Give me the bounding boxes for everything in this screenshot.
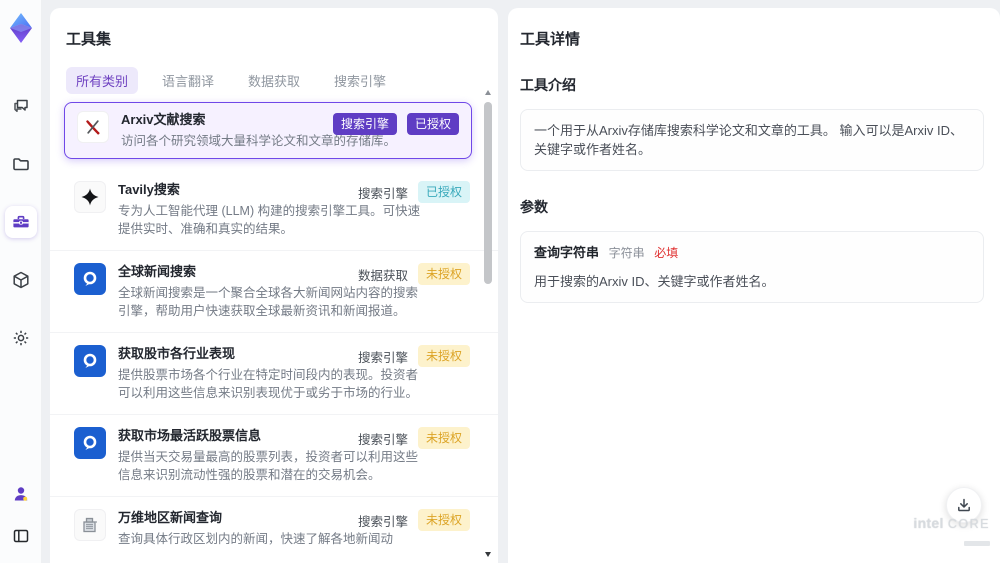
status-badge-unauthorized: 未授权	[417, 427, 470, 449]
param-box: 查询字符串 字符串 必填 用于搜索的Arxiv ID、关键字或作者姓名。	[520, 231, 984, 303]
tool-row-stock-sector[interactable]: 获取股市各行业表现 提供股票市场各个行业在特定时间段内的表现。投资者可以利用这些…	[50, 333, 498, 415]
chat-icon	[13, 99, 28, 113]
status-badge-authorized: 已授权	[406, 113, 459, 135]
regional-news-icon	[74, 509, 106, 541]
scrollbar-down-arrow-icon[interactable]	[485, 552, 491, 557]
tool-description: 提供当天交易量最高的股票列表，投资者可以利用这些信息来识别流动性强的股票和潜在的…	[118, 450, 419, 482]
sidebar	[0, 0, 42, 563]
tool-description: 查询具体行政区划内的新闻，快速了解各地新闻动	[118, 532, 394, 546]
param-name: 查询字符串	[534, 245, 600, 260]
tool-row-arxiv[interactable]: Arxiv文献搜索 访问各个研究领域大量科学论文和文章的存储库。 搜索引擎 已授…	[64, 102, 472, 159]
category-label: 数据获取	[357, 268, 408, 283]
tool-row-global-news[interactable]: 全球新闻搜索 全球新闻搜索是一个聚合全球各大新闻网站内容的搜索引擎，帮助用户快速…	[50, 251, 498, 333]
tool-row-tavily[interactable]: Tavily搜索 专为人工智能代理 (LLM) 构建的搜索引擎工具。可快速提供实…	[50, 169, 498, 251]
param-header: 查询字符串 字符串 必填	[534, 243, 970, 263]
tool-detail-panel: 工具详情 工具介绍 一个用于从Arxiv存储库搜索科学论文和文章的工具。 输入可…	[508, 8, 1000, 563]
intel-core-logo: intel CORE	[913, 515, 990, 551]
cube-icon	[12, 271, 29, 289]
scrollbar-up-arrow-icon[interactable]	[485, 90, 491, 95]
category-label: 搜索引擎	[357, 186, 408, 201]
tool-tags: 搜索引擎 未授权	[358, 427, 470, 449]
toolbox-nav-button[interactable]	[4, 206, 37, 238]
arxiv-icon	[77, 111, 109, 143]
toolset-panel: 工具集 所有类别 语言翻译 数据获取 搜索引擎 Arxiv文献搜索 访问各个研究…	[50, 8, 498, 563]
brand-ultra-bar	[964, 541, 990, 546]
status-badge-unauthorized: 未授权	[417, 345, 470, 367]
brand-intel: intel	[913, 515, 944, 531]
folder-icon	[12, 158, 29, 171]
scrollbar-thumb[interactable]	[484, 102, 492, 284]
user-avatar-icon	[14, 487, 28, 501]
collapse-panel-icon	[13, 529, 29, 543]
gear-icon	[13, 330, 28, 346]
category-tabs: 所有类别 语言翻译 数据获取 搜索引擎	[66, 67, 498, 94]
stock-sector-icon	[74, 345, 106, 377]
detail-title: 工具详情	[520, 31, 581, 48]
category-label: 搜索引擎	[357, 350, 408, 365]
params-heading: 参数	[520, 199, 548, 215]
category-badge: 搜索引擎	[332, 113, 397, 135]
packages-nav-button[interactable]	[5, 264, 37, 296]
category-label: 搜索引擎	[357, 514, 408, 529]
intro-heading: 工具介绍	[520, 77, 576, 93]
tool-tags: 搜索引擎 未授权	[358, 345, 470, 367]
tool-description: 专为人工智能代理 (LLM) 构建的搜索引擎工具。可快速提供实时、准确和真实的结…	[118, 204, 421, 236]
collapse-sidebar-button[interactable]	[5, 523, 37, 549]
sidebar-bottom	[0, 481, 42, 549]
category-label: 搜索引擎	[357, 432, 408, 447]
tab-data-fetching[interactable]: 数据获取	[238, 67, 310, 94]
tool-list: Arxiv文献搜索 访问各个研究领域大量科学论文和文章的存储库。 搜索引擎 已授…	[50, 102, 498, 560]
page-title: 工具集	[66, 31, 112, 48]
files-nav-button[interactable]	[5, 148, 37, 180]
tavily-star-icon	[74, 181, 106, 213]
status-badge-authorized: 已授权	[417, 181, 470, 203]
app-logo-icon	[9, 13, 32, 43]
tab-search-engine[interactable]: 搜索引擎	[324, 67, 396, 94]
intro-box: 一个用于从Arxiv存储库搜索科学论文和文章的工具。 输入可以是Arxiv ID…	[520, 109, 984, 171]
tool-description: 全球新闻搜索是一个聚合全球各大新闻网站内容的搜索引擎，帮助用户快速获取全球最新资…	[118, 286, 419, 318]
param-description: 用于搜索的Arxiv ID、关键字或作者姓名。	[534, 274, 775, 289]
active-stocks-icon	[74, 427, 106, 459]
tab-all-categories[interactable]: 所有类别	[66, 67, 139, 94]
sidebar-nav	[4, 90, 37, 354]
param-required-label: 必填	[654, 246, 679, 260]
download-icon	[958, 498, 970, 512]
tool-row-active-stocks[interactable]: 获取市场最活跃股票信息 提供当天交易量最高的股票列表，投资者可以利用这些信息来识…	[50, 415, 498, 497]
list-scrollbar[interactable]	[484, 90, 493, 557]
param-type: 字符串	[608, 246, 645, 260]
tool-tags: 搜索引擎 已授权	[332, 113, 459, 135]
global-news-icon	[74, 263, 106, 295]
toolbox-icon	[12, 215, 29, 228]
tool-description: 提供股票市场各个行业在特定时间段内的表现。投资者可以利用这些信息来识别表现优于或…	[118, 368, 419, 400]
chat-nav-button[interactable]	[5, 90, 37, 122]
tool-tags: 搜索引擎 已授权	[358, 181, 470, 203]
brand-core: CORE	[947, 517, 990, 531]
tool-tags: 搜索引擎 未授权	[358, 509, 470, 531]
status-badge-unauthorized: 未授权	[417, 509, 470, 531]
settings-nav-button[interactable]	[5, 322, 37, 354]
tool-tags: 数据获取 未授权	[358, 263, 470, 285]
tool-row-regional-news[interactable]: 万维地区新闻查询 查询具体行政区划内的新闻，快速了解各地新闻动 搜索引擎 未授权	[50, 497, 498, 560]
status-badge-unauthorized: 未授权	[417, 263, 470, 285]
tab-language-translation[interactable]: 语言翻译	[152, 67, 224, 94]
account-button[interactable]	[5, 481, 37, 507]
